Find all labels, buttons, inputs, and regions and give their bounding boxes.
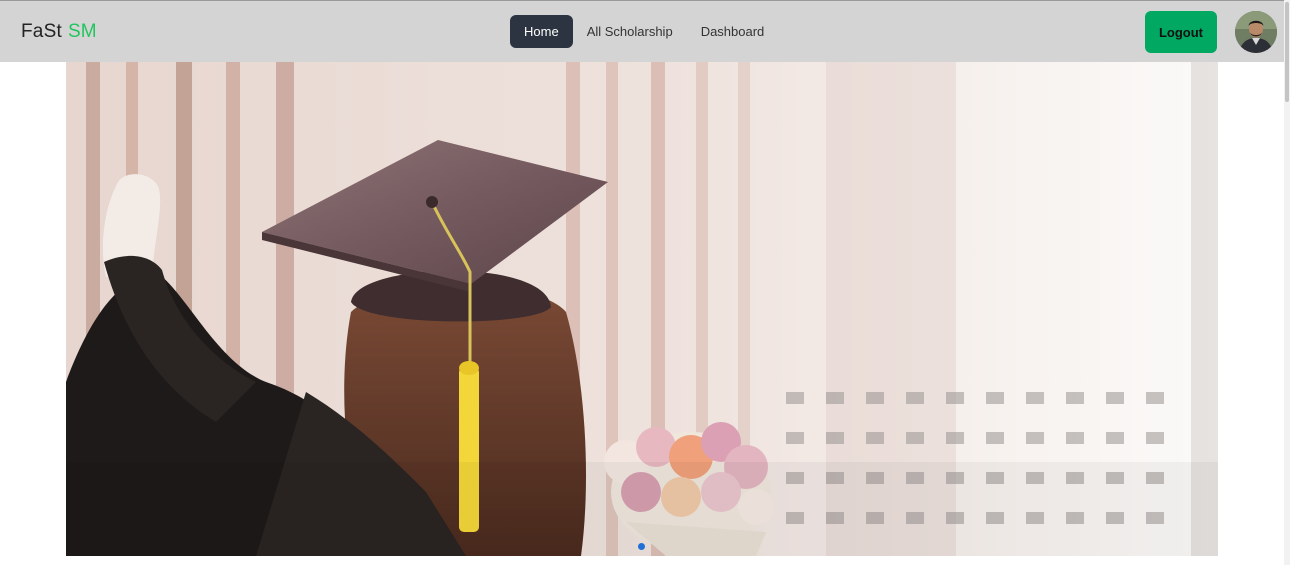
main-nav: Home All Scholarship Dashboard — [510, 15, 778, 48]
avatar[interactable] — [1235, 11, 1277, 53]
user-avatar-icon — [1235, 11, 1277, 53]
nav-dashboard[interactable]: Dashboard — [687, 15, 779, 48]
brand-accent: SM — [67, 21, 97, 42]
top-navbar: FaSt SM Home All Scholarship Dashboard Lo… — [0, 0, 1290, 62]
graduate-hero-image — [66, 62, 1218, 556]
carousel-indicator-active[interactable] — [638, 543, 645, 550]
logout-button[interactable]: Logout — [1145, 11, 1217, 53]
nav-all-scholarship[interactable]: All Scholarship — [573, 15, 687, 48]
brand-name: FaSt — [21, 21, 62, 42]
hero-carousel[interactable] — [66, 62, 1218, 556]
brand-logo[interactable]: FaSt SM — [21, 21, 97, 43]
scrollbar-thumb[interactable] — [1285, 2, 1289, 102]
nav-home[interactable]: Home — [510, 15, 573, 48]
